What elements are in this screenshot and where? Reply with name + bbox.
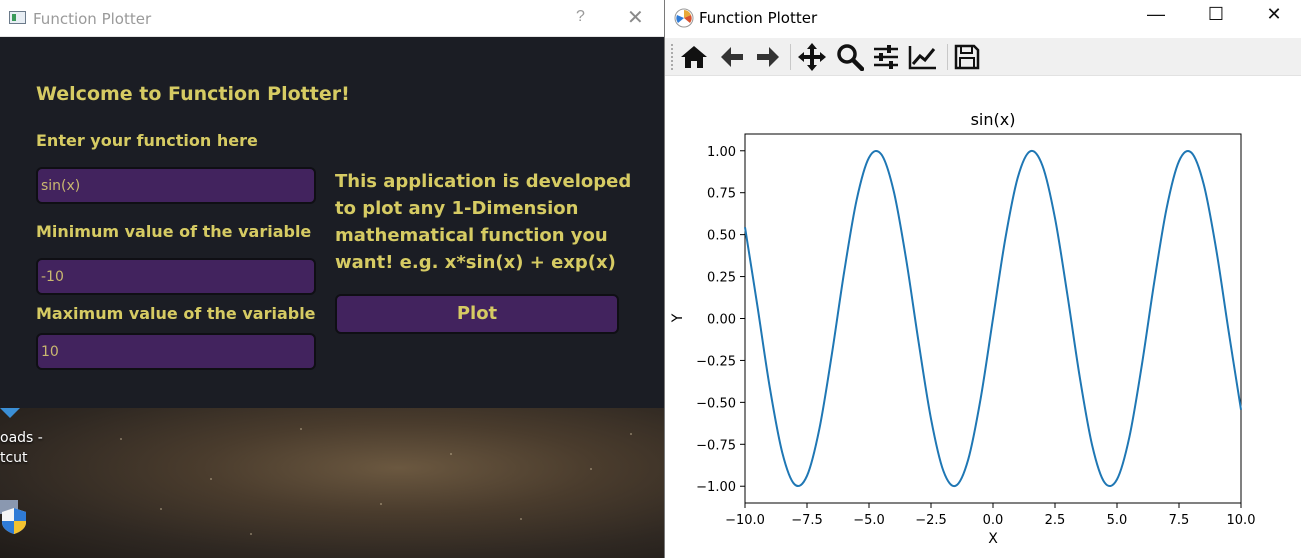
y-tick-label: 1.00 bbox=[707, 145, 736, 160]
welcome-heading: Welcome to Function Plotter! bbox=[36, 83, 350, 105]
y-tick-label: 0.25 bbox=[707, 271, 736, 286]
back-icon[interactable] bbox=[715, 40, 749, 74]
min-label: Minimum value of the variable bbox=[36, 222, 312, 241]
y-axis-label: Y bbox=[670, 313, 686, 323]
close-button[interactable]: ✕ bbox=[627, 5, 644, 30]
app-icon bbox=[9, 11, 26, 24]
y-tick-label: −0.25 bbox=[696, 354, 736, 369]
window-title-bar[interactable]: Function Plotter — ☐ ✕ bbox=[665, 0, 1301, 36]
help-button[interactable]: ? bbox=[576, 8, 585, 26]
subplots-icon[interactable] bbox=[869, 40, 903, 74]
x-tick-label: −10.0 bbox=[725, 513, 765, 528]
y-tick-label: −0.50 bbox=[696, 396, 736, 411]
zoom-icon[interactable] bbox=[833, 40, 867, 74]
toolbar-grip[interactable] bbox=[671, 44, 673, 70]
desktop-shortcut-label[interactable]: oads - bbox=[0, 430, 43, 446]
customize-icon[interactable] bbox=[906, 40, 940, 74]
x-tick-label: 2.5 bbox=[1045, 513, 1066, 528]
max-value-input[interactable]: 10 bbox=[36, 333, 316, 370]
toolbar-separator-2 bbox=[947, 44, 948, 70]
x-tick-label: −5.0 bbox=[853, 513, 885, 528]
function-plotter-dialog: Function Plotter ? ✕ Welcome to Function… bbox=[0, 0, 664, 408]
x-tick-label: −2.5 bbox=[915, 513, 947, 528]
y-tick-label: −0.75 bbox=[696, 438, 736, 453]
x-tick-label: 5.0 bbox=[1107, 513, 1128, 528]
maximize-button[interactable]: ☐ bbox=[1193, 4, 1239, 25]
folder-shortcut-icon[interactable] bbox=[0, 408, 22, 420]
dialog-title: Function Plotter bbox=[33, 10, 152, 28]
home-icon[interactable] bbox=[677, 40, 711, 74]
window-title: Function Plotter bbox=[699, 9, 818, 27]
save-icon[interactable] bbox=[950, 40, 984, 74]
matplotlib-icon bbox=[674, 8, 694, 28]
chart-area[interactable]: sin(x) −10.0 −7.5 −5.0 −2.5 0.0 2.5 5.0 7.5 10.0… bbox=[665, 77, 1301, 557]
min-value-input[interactable]: -10 bbox=[36, 258, 316, 295]
chart-title: sin(x) bbox=[971, 110, 1016, 129]
desktop-background: oads - tcut bbox=[0, 408, 664, 558]
plot-window: Function Plotter — ☐ ✕ sin(x) −10.0 −7.5… bbox=[664, 0, 1301, 558]
y-tick-label: 0.50 bbox=[707, 229, 736, 244]
y-tick-label: 0.00 bbox=[707, 313, 736, 328]
plot-button[interactable]: Plot bbox=[335, 294, 619, 334]
desktop-shortcut-label-2[interactable]: tcut bbox=[0, 450, 28, 466]
function-input[interactable]: sin(x) bbox=[36, 167, 316, 204]
minimize-button[interactable]: — bbox=[1133, 4, 1179, 25]
series-line bbox=[744, 149, 1242, 488]
pan-icon[interactable] bbox=[795, 40, 829, 74]
function-label: Enter your function here bbox=[36, 131, 258, 150]
forward-icon[interactable] bbox=[751, 40, 785, 74]
shield-shortcut-icon[interactable] bbox=[0, 494, 28, 534]
toolbar-separator bbox=[790, 44, 791, 70]
y-ticks: −1.00 −0.75 −0.50 −0.25 0.00 0.25 0.50 0.75 1.00 bbox=[696, 145, 745, 495]
x-tick-label: −7.5 bbox=[791, 513, 823, 528]
dialog-title-bar[interactable]: Function Plotter ? ✕ bbox=[0, 0, 664, 37]
navigation-toolbar bbox=[665, 38, 1301, 76]
x-ticks: −10.0 −7.5 −5.0 −2.5 0.0 2.5 5.0 7.5 10.0 bbox=[725, 503, 1255, 528]
y-tick-label: 0.75 bbox=[707, 187, 736, 202]
x-tick-label: 0.0 bbox=[983, 513, 1004, 528]
max-label: Maximum value of the variable bbox=[36, 304, 316, 323]
y-tick-label: −1.00 bbox=[696, 480, 736, 495]
description-text: This application is developed to plot an… bbox=[335, 171, 632, 273]
x-tick-label: 10.0 bbox=[1227, 513, 1256, 528]
x-axis-label: X bbox=[988, 531, 998, 547]
window-close-button[interactable]: ✕ bbox=[1251, 4, 1297, 25]
x-tick-label: 7.5 bbox=[1169, 513, 1190, 528]
